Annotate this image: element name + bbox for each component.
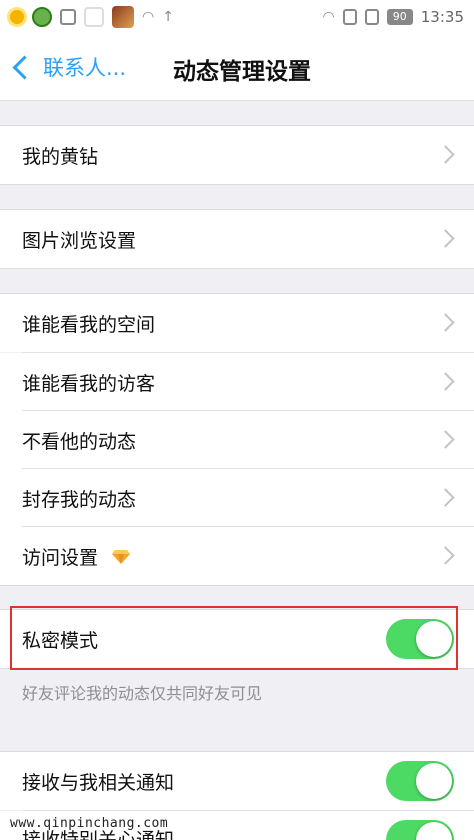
toggle-knob: [416, 822, 452, 840]
highlight-frame: [10, 606, 458, 670]
group-border: [0, 268, 474, 269]
navigation-bar: 联系人... 动态管理设置: [0, 34, 474, 101]
row-label: 封存我的动态: [22, 488, 137, 511]
settings-row-access-settings[interactable]: 访问设置: [0, 527, 474, 585]
upload-arrow-icon: ↑: [162, 9, 174, 25]
row-label: 接收与我相关通知: [22, 771, 175, 794]
chevron-right-icon: [436, 313, 455, 332]
row-label: 我的黄钻: [22, 145, 99, 168]
settings-row-yellow-diamond[interactable]: 我的黄钻: [0, 126, 474, 184]
status-left-icons: ◠ ↑: [0, 6, 174, 28]
weather-sun-icon: [10, 10, 24, 24]
group-border: [0, 585, 474, 586]
sim-icon: [342, 9, 357, 25]
private-mode-hint: 好友评论我的动态仅共同好友可见: [22, 684, 263, 703]
row-label: 谁能看我的空间: [22, 313, 156, 336]
toggle-knob: [416, 763, 452, 799]
settings-row-related-notifications: 接收与我相关通知: [0, 752, 474, 810]
group-border: [0, 184, 474, 185]
chevron-right-icon: [436, 488, 455, 507]
yellow-diamond-icon: [112, 550, 131, 564]
page-title: 动态管理设置: [173, 59, 311, 85]
wifi-signal-icon: ◠: [322, 9, 335, 25]
related-notifications-toggle[interactable]: [386, 761, 454, 801]
battery-icon: 90: [386, 9, 413, 25]
status-right-icons: ◠ 90 13:35: [323, 8, 474, 26]
chevron-right-icon: [436, 372, 455, 391]
app-notification-icon: [32, 7, 52, 27]
watermark: www.qinpinchang.com: [10, 816, 169, 831]
scan-icon: [60, 9, 76, 25]
row-label: 访问设置: [22, 546, 99, 569]
row-label: 谁能看我的访客: [22, 372, 156, 395]
settings-row-archive-my-feed[interactable]: 封存我的动态: [0, 469, 474, 527]
chevron-right-icon: [436, 229, 455, 248]
sim2-icon: [364, 9, 379, 25]
row-label: 不看他的动态: [22, 430, 137, 453]
chevron-right-icon: [436, 145, 455, 164]
settings-row-who-sees-space[interactable]: 谁能看我的空间: [0, 294, 474, 352]
chevron-right-icon: [436, 546, 455, 565]
settings-row-image-browse[interactable]: 图片浏览设置: [0, 210, 474, 268]
settings-row-who-sees-visitors[interactable]: 谁能看我的访客: [0, 353, 474, 411]
status-bar: ◠ ↑ ◠ 90 13:35: [0, 0, 474, 34]
chevron-right-icon: [436, 430, 455, 449]
row-label: 图片浏览设置: [22, 229, 137, 252]
settings-row-hide-their-feed[interactable]: 不看他的动态: [0, 411, 474, 469]
special-care-notifications-toggle[interactable]: [386, 820, 454, 840]
status-time: 13:35: [420, 8, 464, 26]
wifi-icon: ◠: [142, 9, 155, 25]
app-icon: [84, 7, 104, 27]
game-icon: [112, 6, 134, 28]
